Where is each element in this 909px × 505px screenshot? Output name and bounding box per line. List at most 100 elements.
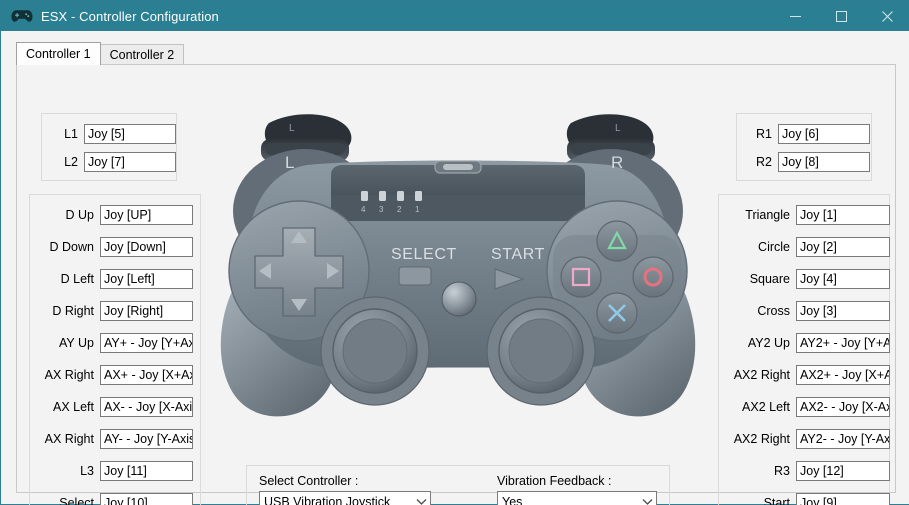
label-r2: R2 xyxy=(756,155,772,169)
svg-text:SELECT: SELECT xyxy=(391,246,457,263)
minimize-button[interactable] xyxy=(772,1,818,31)
field-row-ax-left: AX Left AX- - Joy [X-Axis] xyxy=(36,397,193,417)
label-ay2-down: AX2 Right xyxy=(733,432,790,446)
window-title: ESX - Controller Configuration xyxy=(41,8,219,24)
input-d-left[interactable]: Joy [Left] xyxy=(100,269,193,289)
vibration-feedback-block: Vibration Feedback : Yes xyxy=(497,474,657,505)
title-bar: ESX - Controller Configuration xyxy=(1,1,909,31)
input-triangle[interactable]: Joy [1] xyxy=(796,205,890,225)
label-ax-right: AX Right xyxy=(44,368,94,382)
label-d-down: D Down xyxy=(49,240,94,254)
field-row-d-up: D Up Joy [UP] xyxy=(36,205,193,225)
window-controls xyxy=(772,1,909,31)
svg-text:START: START xyxy=(491,246,545,263)
label-l3: L3 xyxy=(80,464,94,478)
input-ax2-left[interactable]: AX2- - Joy [X-Axis] xyxy=(796,397,890,417)
input-ay2-down[interactable]: AY2- - Joy [Y-Axis] xyxy=(796,429,890,449)
input-select[interactable]: Joy [10] xyxy=(100,493,193,505)
input-cross[interactable]: Joy [3] xyxy=(796,301,890,321)
label-d-left: D Left xyxy=(60,272,94,286)
field-row-ay2-down: AX2 Right AY2- - Joy [Y-Axis] xyxy=(724,429,890,449)
input-d-up[interactable]: Joy [UP] xyxy=(100,205,193,225)
controller-illustration: 4 3 2 1 L R L L SELECT START xyxy=(203,103,713,458)
input-l2[interactable]: Joy [7] xyxy=(84,152,176,172)
input-l1[interactable]: Joy [5] xyxy=(84,124,176,144)
label-ay-down: AX Right xyxy=(44,432,94,446)
select-controller-block: Select Controller : USB Vibration Joysti… xyxy=(259,474,431,505)
label-select: Select xyxy=(59,496,94,505)
maximize-button[interactable] xyxy=(818,1,864,31)
gamepad-icon xyxy=(11,9,33,23)
input-r1[interactable]: Joy [6] xyxy=(778,124,870,144)
tab-controller-2-label: Controller 2 xyxy=(109,48,175,62)
field-row-d-down: D Down Joy [Down] xyxy=(36,237,193,257)
field-row-r2: R2 Joy [8] xyxy=(746,152,870,172)
field-row-l3: L3 Joy [11] xyxy=(36,461,193,481)
label-l2: L2 xyxy=(64,155,78,169)
field-row-r1: R1 Joy [6] xyxy=(746,124,870,144)
client-area: Controller 1 Controller 2 4 3 2 1 L R L … xyxy=(2,31,909,505)
field-row-circle: Circle Joy [2] xyxy=(724,237,890,257)
svg-text:4: 4 xyxy=(361,205,366,214)
left-bindings-group: D Up Joy [UP] D Down Joy [Down] D Left J… xyxy=(29,194,201,505)
field-row-l1: L1 Joy [5] xyxy=(52,124,176,144)
right-bindings-group: Triangle Joy [1] Circle Joy [2] Square J… xyxy=(718,194,890,505)
input-ay-up[interactable]: AY+ - Joy [Y+Axis] xyxy=(100,333,193,353)
svg-text:L: L xyxy=(615,123,621,134)
field-row-ay-up: AY Up AY+ - Joy [Y+Axis] xyxy=(36,333,193,353)
app-window: ESX - Controller Configuration Controlle… xyxy=(0,0,909,505)
input-r2[interactable]: Joy [8] xyxy=(778,152,870,172)
input-circle[interactable]: Joy [2] xyxy=(796,237,890,257)
input-ax-left[interactable]: AX- - Joy [X-Axis] xyxy=(100,397,193,417)
field-row-ax2-right: AX2 Right AX2+ - Joy [X+Axis] xyxy=(724,365,890,385)
input-ax2-right[interactable]: AX2+ - Joy [X+Axis] xyxy=(796,365,890,385)
input-square[interactable]: Joy [4] xyxy=(796,269,890,289)
svg-text:R: R xyxy=(611,153,624,172)
select-controller-dropdown[interactable]: USB Vibration Joystick xyxy=(259,491,431,505)
tab-controller-1[interactable]: Controller 1 xyxy=(16,42,101,65)
svg-text:1: 1 xyxy=(415,205,420,214)
device-options-group: Select Controller : USB Vibration Joysti… xyxy=(246,465,670,505)
label-circle: Circle xyxy=(758,240,790,254)
label-ax2-left: AX2 Left xyxy=(742,400,790,414)
svg-text:L: L xyxy=(285,153,295,172)
label-d-up: D Up xyxy=(65,208,94,222)
svg-text:L: L xyxy=(289,123,295,134)
label-d-right: D Right xyxy=(52,304,94,318)
tab-controller-2[interactable]: Controller 2 xyxy=(99,44,185,65)
right-shoulder-group: R1 Joy [6] R2 Joy [8] xyxy=(736,113,872,181)
field-row-select: Select Joy [10] xyxy=(36,493,193,505)
left-shoulder-group: L1 Joy [5] L2 Joy [7] xyxy=(41,113,177,181)
select-controller-label: Select Controller : xyxy=(259,474,359,488)
input-ay-down[interactable]: AY- - Joy [Y-Axis] xyxy=(100,429,193,449)
input-d-right[interactable]: Joy [Right] xyxy=(100,301,193,321)
input-l3[interactable]: Joy [11] xyxy=(100,461,193,481)
input-r3[interactable]: Joy [12] xyxy=(796,461,890,481)
label-ay2-up: AY2 Up xyxy=(747,336,790,350)
field-row-ax2-left: AX2 Left AX2- - Joy [X-Axis] xyxy=(724,397,890,417)
close-button[interactable] xyxy=(864,1,909,31)
label-triangle: Triangle xyxy=(745,208,790,222)
vibration-feedback-label: Vibration Feedback : xyxy=(497,474,612,488)
vibration-feedback-dropdown[interactable]: Yes xyxy=(497,491,657,505)
select-controller-value: USB Vibration Joystick xyxy=(264,494,391,505)
field-row-square: Square Joy [4] xyxy=(724,269,890,289)
field-row-d-left: D Left Joy [Left] xyxy=(36,269,193,289)
field-row-ay2-up: AY2 Up AY2+ - Joy [Y+Axis] xyxy=(724,333,890,353)
field-row-triangle: Triangle Joy [1] xyxy=(724,205,890,225)
input-ax-right[interactable]: AX+ - Joy [X+Axis] xyxy=(100,365,193,385)
input-d-down[interactable]: Joy [Down] xyxy=(100,237,193,257)
field-row-d-right: D Right Joy [Right] xyxy=(36,301,193,321)
label-r3: R3 xyxy=(774,464,790,478)
tab-controller-1-label: Controller 1 xyxy=(26,47,91,61)
input-ay2-up[interactable]: AY2+ - Joy [Y+Axis] xyxy=(796,333,890,353)
field-row-cross: Cross Joy [3] xyxy=(724,301,890,321)
label-ax2-right: AX2 Right xyxy=(733,368,790,382)
input-start[interactable]: Joy [9] xyxy=(796,493,890,505)
chevron-down-icon xyxy=(638,492,656,505)
field-row-r3: R3 Joy [12] xyxy=(724,461,890,481)
label-square: Square xyxy=(749,272,790,286)
vibration-feedback-value: Yes xyxy=(502,494,523,505)
label-ay-up: AY Up xyxy=(59,336,94,350)
chevron-down-icon xyxy=(412,492,430,505)
